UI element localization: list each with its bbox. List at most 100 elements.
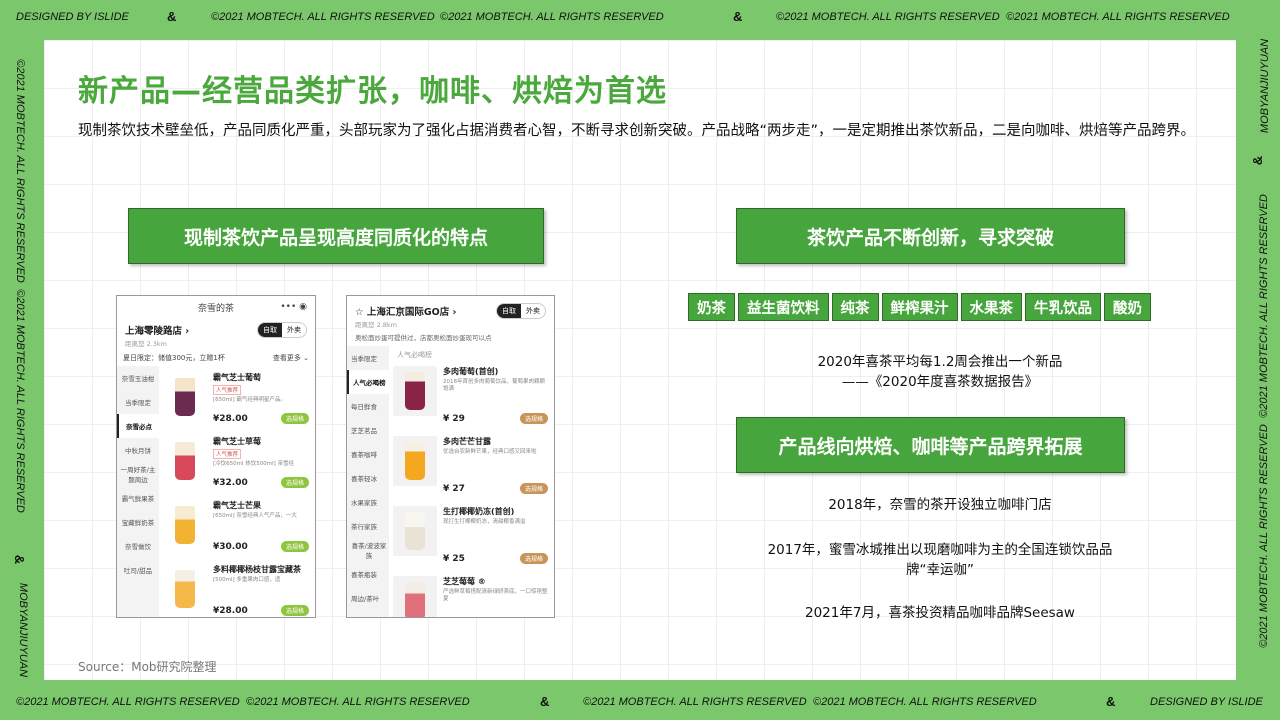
tag-pure-tea: 纯茶 [831, 293, 879, 321]
left-heading-box: 现制茶饮产品呈现高度同质化的特点 [128, 208, 544, 264]
item-desc: 严选鲜草莓搭配清新绿妍茶底，一口惊艳整夏 [443, 589, 548, 602]
note-3-line-1: 2017年，蜜雪冰城推出以现磨咖啡为主的全国连锁饮品品 [767, 542, 1113, 558]
frame-top-copy-1: ©2021 MOBTECH. ALL RIGHTS RESERVED [211, 11, 435, 23]
phone2-body: 当季限定 人气必喝榜 每日鲜食 芝芝茗品 喜茶咖啡 喜茶轻冰 水果家族 茶行家族… [347, 346, 554, 617]
item-name: 多肉芒芒甘露 [443, 437, 491, 446]
source-note: Source：Mob研究院整理 [78, 660, 217, 674]
tag-fruit-tea: 水果茶 [960, 293, 1022, 321]
right-heading-box-1: 茶饮产品不断创新，寻求突破 [736, 208, 1125, 264]
phone1-seg-delivery: 外卖 [287, 326, 301, 334]
item-price: ¥ 25 [443, 554, 465, 564]
note-heytea-frequency: 2020年喜茶平均每1.2周会推出一个新品 ——《2020年度喜茶数据报告》 [740, 352, 1140, 392]
frame-bottom-copy-1: ©2021 MOBTECH. ALL RIGHTS RESERVED [16, 696, 240, 708]
frame-right-copy-2: ©2021 MOBTECH. ALL RIGHTS RESERVED [1257, 424, 1270, 648]
phone2-seg-self: 自取 [497, 304, 521, 318]
phone1-banner: 夏日限定：储值300元，立赠1杯 查看更多 ⌄ [123, 353, 309, 363]
item-desc: [650ml] 奈雪经典人气产品，一大 [213, 513, 297, 519]
right-heading-box-2: 产品线向烘焙、咖啡等产品跨界拓展 [736, 417, 1125, 473]
phone2-item: 多肉芒芒甘露 优选台农新鲜芒果，经典口感又回来啦 ¥ 27 选规格 [393, 430, 550, 500]
frame-bottom-right: DESIGNED BY ISLIDE [1150, 696, 1263, 708]
item-price: ¥ 29 [443, 414, 465, 424]
phone1-store-row: 上海零陵路店 › 自取 外卖 [117, 318, 315, 338]
note-1-line-2: ——《2020年度喜茶数据报告》 [841, 374, 1039, 390]
phone2-cat: 喜茶轻冰 [351, 475, 377, 483]
frame-right-amp: & [1250, 155, 1266, 166]
more-icon: ••• ◉ [280, 302, 307, 312]
frame-top-copy-3: ©2021 MOBTECH. ALL RIGHTS RESERVED [776, 11, 1000, 23]
phone1-cat: 奈雪玉油柑 [121, 375, 155, 383]
phone2-store-row: ☆ 上海汇京国际GO店 › 自取 外卖 [347, 296, 554, 319]
phone1-item: 多料椰椰杨枝甘露宝藏茶 [500ml] 多重果肉口感，适 ¥28.00 选规格 [163, 558, 311, 617]
frame-left-amp: & [12, 554, 28, 565]
phone2-cat: 当季限定 [351, 355, 377, 363]
phone1-cat: 一周好茶/主题周边 [120, 466, 156, 484]
phone-screenshot-nayuki: 奈雪的茶 ••• ◉ 上海零陵路店 › 自取 外卖 距离您 2.3km 夏日限定… [116, 295, 316, 618]
frame-bottom-copy-3: ©2021 MOBTECH. ALL RIGHTS RESERVED [583, 696, 807, 708]
select-spec-button: 选规格 [280, 541, 309, 552]
tag-milk-drink: 牛乳饮品 [1025, 293, 1101, 321]
select-spec-button: 选规格 [519, 553, 548, 564]
category-tags: 奶茶 益生菌饮料 纯茶 鲜榨果汁 水果茶 牛乳饮品 酸奶 [688, 293, 1151, 321]
item-price: ¥30.00 [213, 542, 248, 552]
phone2-cat: 周边/茶叶 [351, 595, 380, 603]
phone1-app-title: 奈雪的茶 [197, 303, 234, 314]
mango-drink-image [163, 500, 207, 550]
item-desc: 2018年首创多肉葡萄饮品，葡萄果肉颗颗饱满 [443, 379, 545, 392]
item-name: 多料椰椰杨枝甘露宝藏茶 [213, 565, 301, 574]
item-price: ¥28.00 [213, 414, 248, 424]
phone1-seg-self: 自取 [258, 323, 282, 337]
phone2-cat: 喜茶咖啡 [351, 451, 377, 459]
frame-bottom-copy-4: ©2021 MOBTECH. ALL RIGHTS RESERVED [813, 696, 1037, 708]
phone2-section-title: 人气必喝榜 [397, 351, 432, 359]
item-name: 霸气芝士草莓 [213, 437, 261, 446]
item-desc: [650ml] 霸气经典明星产品。 [213, 397, 286, 403]
phone1-item: 霸气芝士草莓 人气推荐 [冷饮650ml 热饮500ml] 亲雪经 ¥32.00… [163, 430, 311, 494]
phone1-banner-right: 查看更多 ⌄ [272, 354, 309, 362]
phone1-mode-toggle: 自取 外卖 [257, 322, 307, 338]
phone-screenshot-heytea: ☆ 上海汇京国际GO店 › 自取 外卖 距离您 2.8km 奥松面炒蛋可提供过，… [346, 295, 555, 618]
phone2-seg-delivery: 外卖 [526, 307, 540, 315]
grape-drink-image [393, 366, 437, 416]
item-name: 芝芝莓莓 ® [443, 577, 486, 586]
select-spec-button: 选规格 [519, 413, 548, 424]
phone1-banner-left: 夏日限定：储值300元，立赠1杯 [123, 354, 225, 362]
item-name: 多肉葡萄(首创) [443, 367, 499, 376]
phone2-distance: 距离您 2.8km [355, 321, 397, 329]
phone2-notice: 奥松面炒蛋可提供过，店都奥松面炒蛋现可以点 [355, 334, 492, 342]
frame-right-brand: MOBYANJIUYUAN [1259, 38, 1272, 134]
select-spec-button: 选规格 [280, 605, 309, 616]
phone1-cat: 奈雪做饮 [125, 543, 151, 551]
frame-bottom-copy-2: ©2021 MOBTECH. ALL RIGHTS RESERVED [246, 696, 470, 708]
frame-right-copy-1: ©2021 MOBTECH. ALL RIGHTS RESERVED [1257, 194, 1270, 418]
phone2-items: 人气必喝榜 多肉葡萄(首创) 2018年首创多肉葡萄饮品，葡萄果肉颗颗饱满 ¥ … [389, 346, 554, 617]
note-mixue-coffee: 2017年，蜜雪冰城推出以现磨咖啡为主的全国连锁饮品品 牌“幸运咖” [740, 540, 1140, 580]
item-name: 霸气芝士葡萄 [213, 373, 261, 382]
phone2-cat: 茶行家族 [351, 523, 377, 531]
frame-bottom-amp: & [540, 694, 550, 709]
phone1-store-name: 上海零陵路店 › [125, 326, 190, 337]
note-heytea-seesaw: 2021年7月，喜茶投资精品咖啡品牌Seesaw [805, 605, 1075, 621]
phone2-cat: 喜茶瓶装 [351, 571, 377, 579]
phone1-cat: 宝藏鲜奶茶 [121, 519, 155, 527]
phone1-cat: 霸气鲜果茶 [121, 495, 155, 503]
note-nayuki-coffee: 2018年，奈雪的茶开设独立咖啡门店 [828, 497, 1052, 513]
select-spec-button: 选规格 [280, 413, 309, 424]
item-name: 霸气芝士芒果 [213, 501, 261, 510]
phone2-categories: 当季限定 人气必喝榜 每日鲜食 芝芝茗品 喜茶咖啡 喜茶轻冰 水果家族 茶行家族… [347, 346, 389, 617]
phone2-item: 多肉葡萄(首创) 2018年首创多肉葡萄饮品，葡萄果肉颗颗饱满 ¥ 29 选规格 [393, 360, 550, 430]
phone2-item: 芝芝莓莓 ® 严选鲜草莓搭配清新绿妍茶底，一口惊艳整夏 [393, 570, 550, 617]
phone1-cat-active: 奈雪必点 [117, 414, 159, 438]
phone2-item: 生打椰椰奶冻(首创) 现打生打椰椰奶冻，清甜椰香满溢 ¥ 25 选规格 [393, 500, 550, 570]
item-desc: 现打生打椰椰奶冻，清甜椰香满溢 [443, 519, 526, 525]
phone1-header: 奈雪的茶 ••• ◉ [117, 296, 315, 318]
grape-drink-image [163, 372, 207, 422]
item-badge: 人气推荐 [213, 449, 242, 459]
item-badge: 人气推荐 [213, 385, 242, 395]
phone2-mode-toggle: 自取 外卖 [496, 303, 546, 319]
frame-top-left: DESIGNED BY ISLIDE [16, 11, 129, 23]
phone1-distance: 距离您 2.3km [125, 340, 167, 348]
slide-title: 新产品—经营品类扩张，咖啡、烘焙为首选 [78, 74, 667, 109]
item-name: 生打椰椰奶冻(首创) [443, 507, 515, 516]
frame-left-copy-2: ©2021 MOBTECH. ALL RIGHTS RESERVED [13, 289, 26, 513]
slide-intro: 现制茶饮技术壁垒低，产品同质化严重，头部玩家为了强化占据消费者心智，不断寻求创新… [78, 123, 1196, 139]
